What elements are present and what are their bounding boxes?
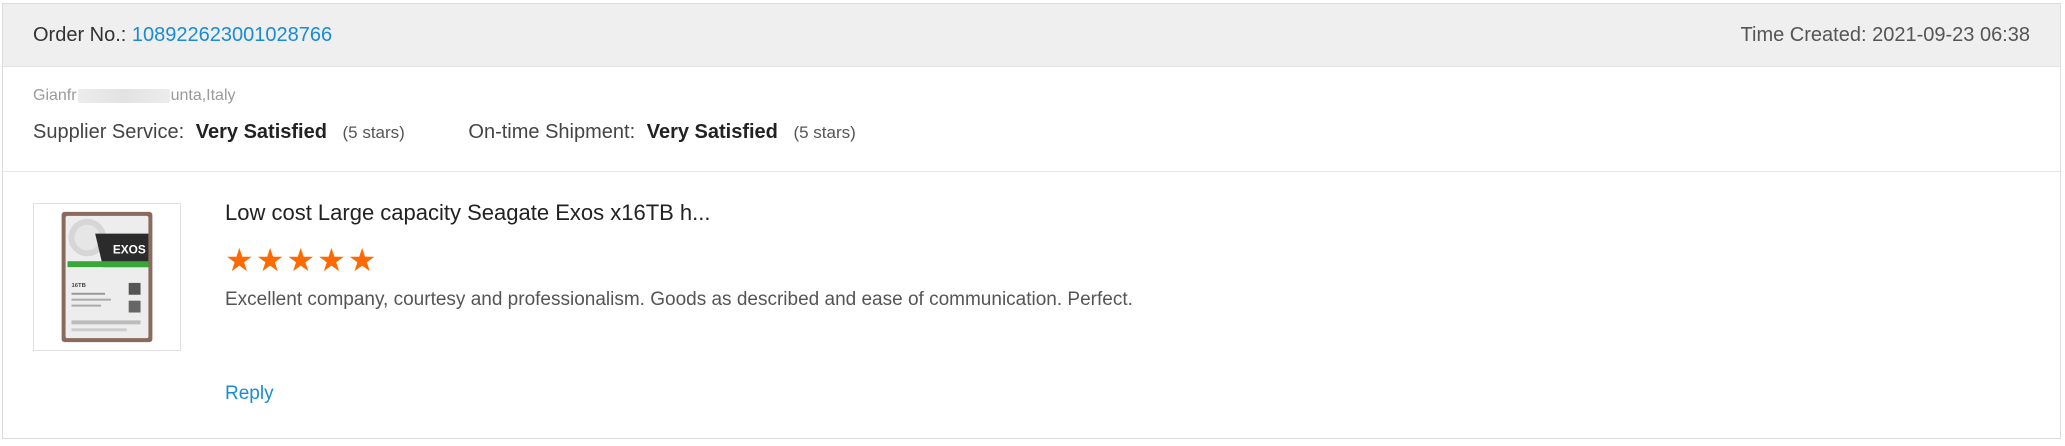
shipment-label: On-time Shipment:	[468, 121, 636, 143]
product-title-link[interactable]: Low cost Large capacity Seagate Exos x16…	[225, 200, 711, 226]
star-icon: ★	[286, 242, 317, 278]
star-icon: ★	[317, 242, 347, 278]
buyer-location: Gianfr unta,Italy	[33, 87, 236, 105]
time-created-block: Time Created: 2021-09-23 06:38	[1741, 24, 2030, 47]
supplier-service-rating: Supplier Service: Very Satisfied (5 star…	[33, 121, 405, 144]
star-icon: ★	[255, 242, 286, 278]
supplier-service-stars: (5 stars)	[342, 123, 405, 142]
time-created-label: Time Created:	[1740, 24, 1867, 46]
order-header: Order No.: 108922623001028766 Time Creat…	[3, 4, 2060, 67]
star-icon: ★	[347, 242, 378, 278]
review-star-rating: ★★★★★	[225, 244, 378, 276]
buyer-name-start: Gianfr	[33, 87, 77, 104]
shipment-stars: (5 stars)	[793, 123, 856, 142]
shipment-value: Very Satisfied	[646, 121, 778, 143]
product-review: EXOS 16TB Low cost Large capacity Seagat…	[3, 172, 2060, 440]
reply-link[interactable]: Reply	[225, 383, 274, 405]
buyer-name-end: unta,Italy	[170, 87, 236, 104]
thumbnail-capacity-text: 16TB	[71, 283, 85, 289]
review-card: Order No.: 108922623001028766 Time Creat…	[2, 3, 2061, 439]
buyer-meta: Gianfr unta,Italy Supplier Service: Very …	[3, 67, 2060, 172]
star-icon: ★	[225, 242, 255, 278]
rating-summary: Supplier Service: Very Satisfied (5 star…	[33, 121, 914, 144]
review-feedback-text: Excellent company, courtesy and professi…	[225, 289, 1133, 310]
supplier-service-value: Very Satisfied	[195, 121, 327, 143]
redacted-name	[77, 88, 170, 103]
thumbnail-brand-text: EXOS	[113, 242, 146, 256]
order-number-block: Order No.: 108922623001028766	[33, 24, 332, 47]
product-thumbnail[interactable]: EXOS 16TB	[33, 203, 181, 351]
supplier-service-label: Supplier Service:	[33, 121, 185, 143]
time-created-value: 2021-09-23 06:38	[1872, 24, 2030, 46]
order-number-link[interactable]: 108922623001028766	[132, 24, 332, 46]
order-number-label: Order No.:	[33, 24, 127, 46]
shipment-rating: On-time Shipment: Very Satisfied (5 star…	[468, 121, 855, 144]
